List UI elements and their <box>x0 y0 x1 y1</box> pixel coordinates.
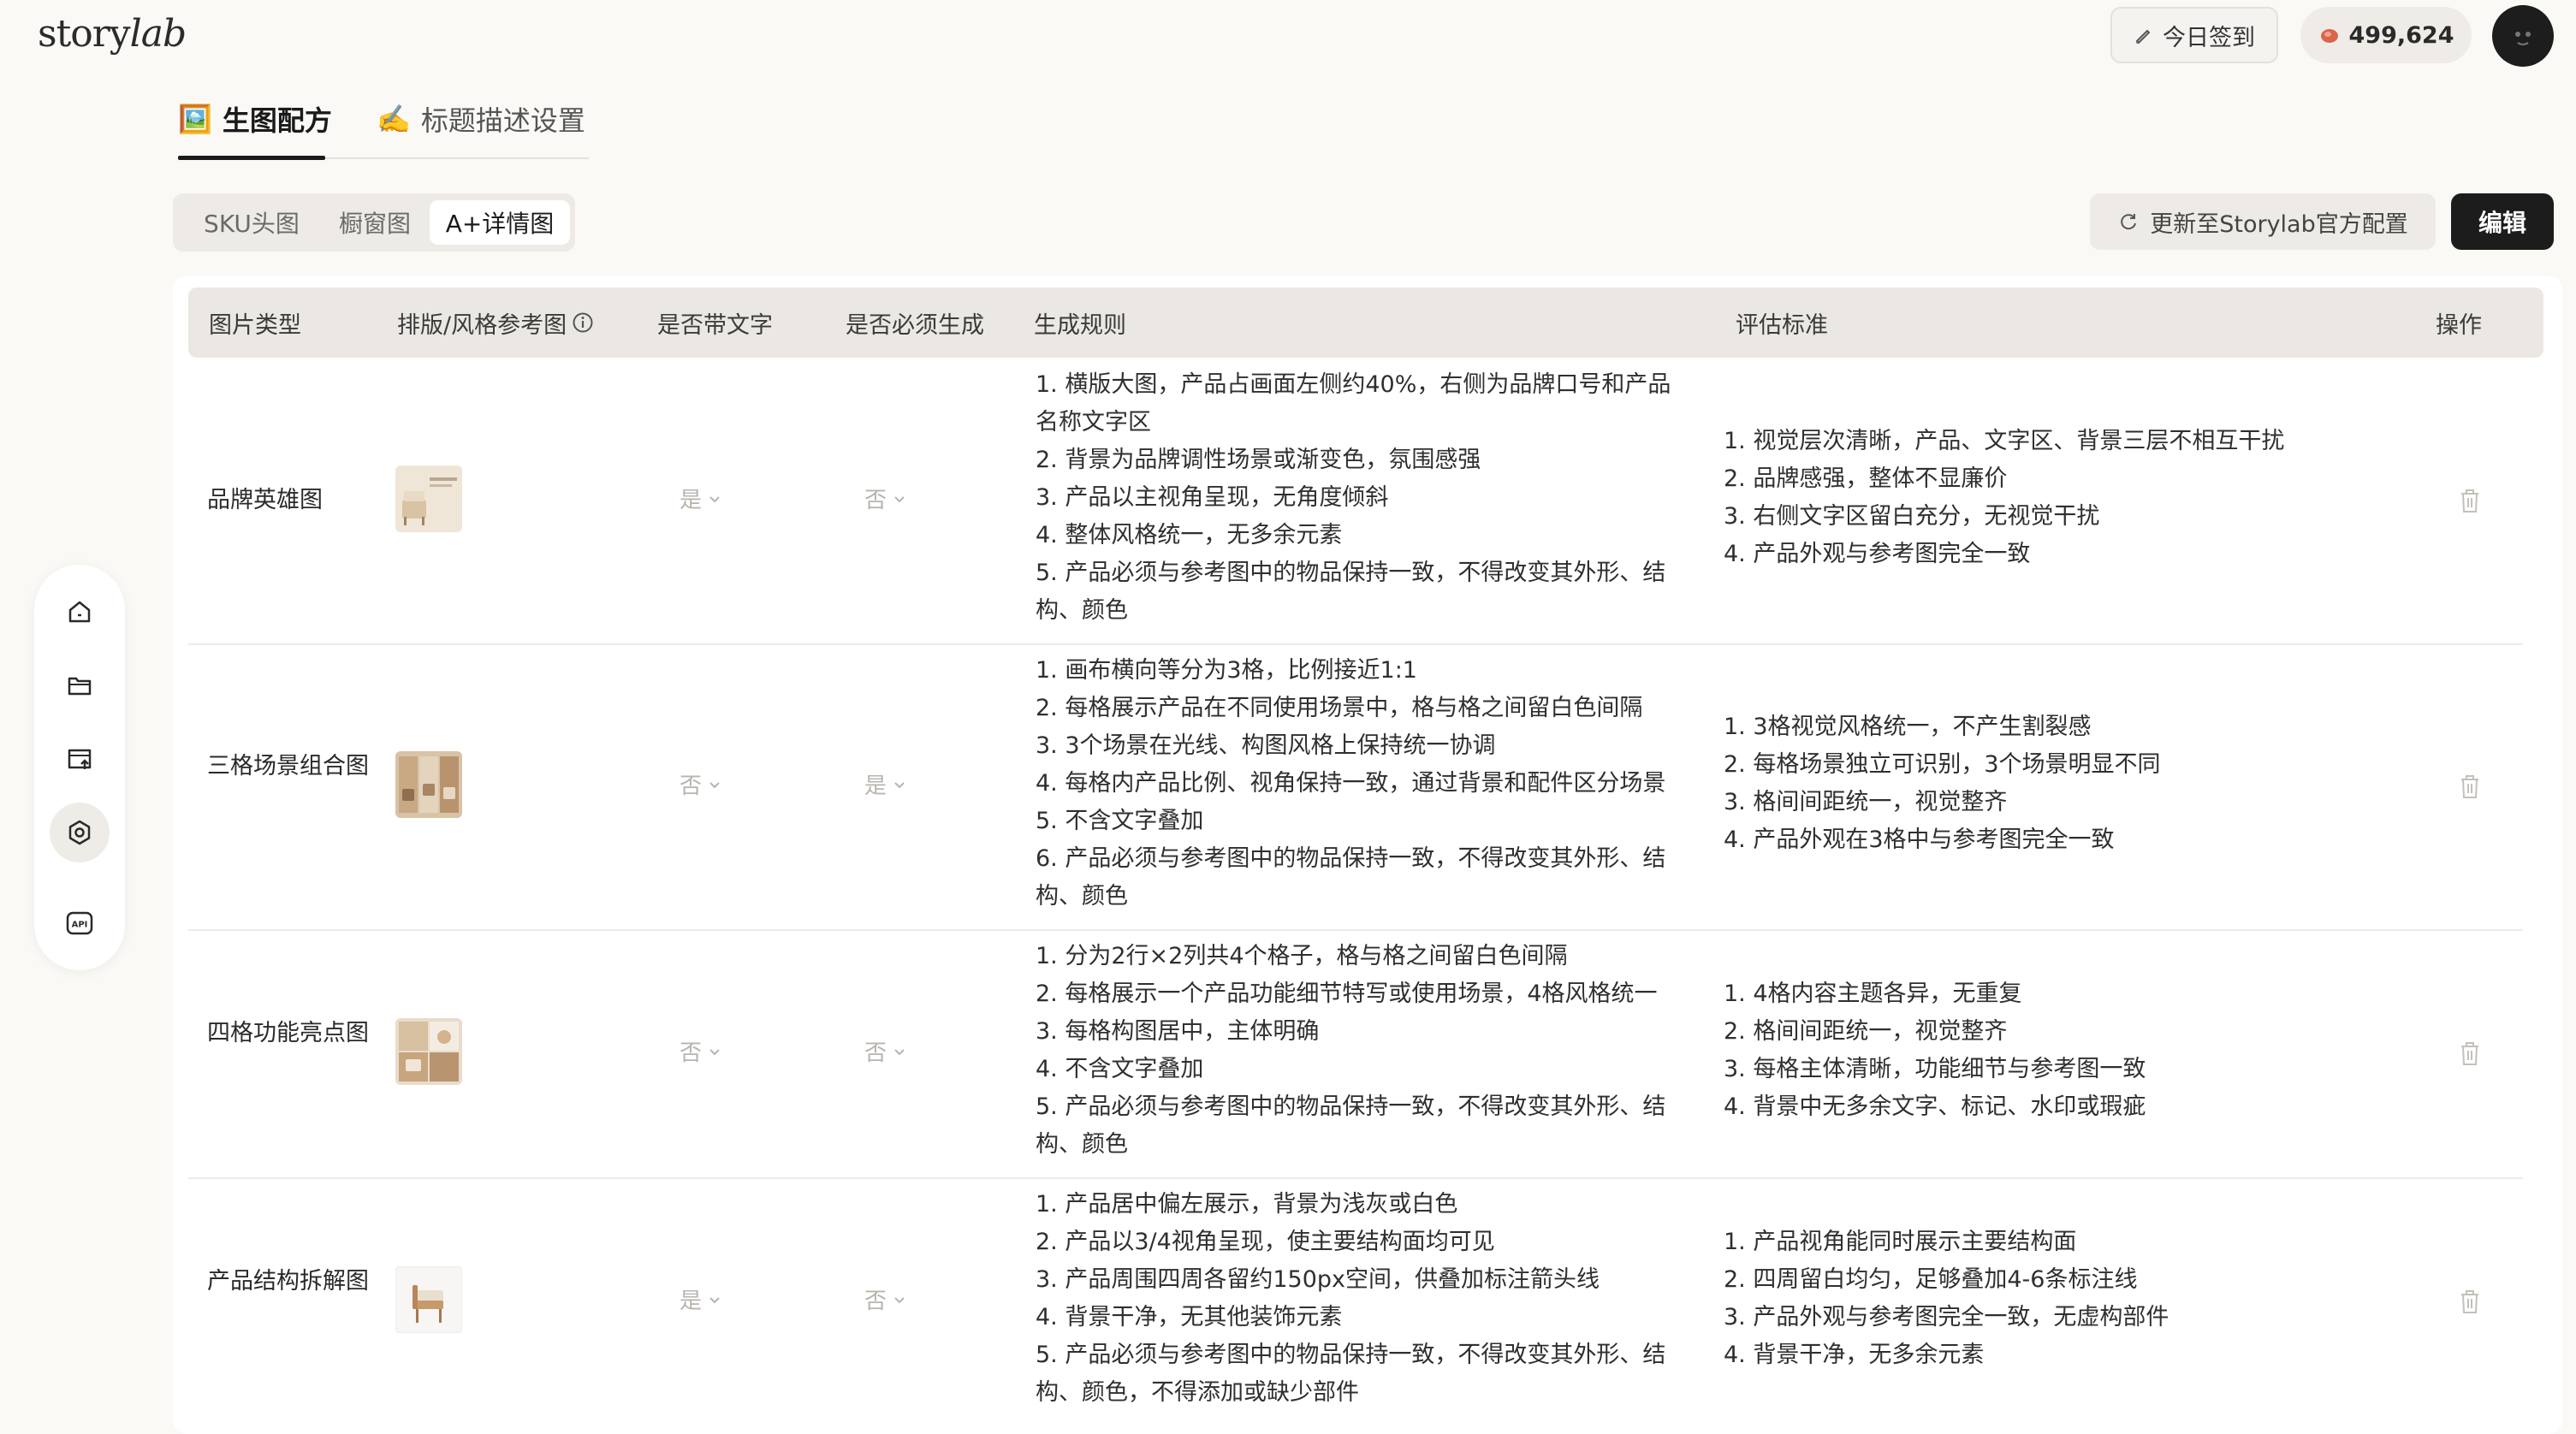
tab-label: 标题描述设置 <box>420 104 585 137</box>
tab-title-settings[interactable]: ✍️ 标题描述设置 <box>377 99 585 139</box>
home-icon <box>68 601 91 623</box>
chevron-down-icon <box>894 1296 905 1303</box>
edit-button[interactable]: 编辑 <box>2451 193 2554 250</box>
update-official-config-button[interactable]: 更新至Storylab官方配置 <box>2090 193 2436 250</box>
header-action: 操作 <box>2436 311 2482 339</box>
table-row: 三格场景组合图 否 是 1. 画布横向等分为3格，比例接近1:1 2. 每格展示… <box>188 643 2523 931</box>
trash-icon[interactable] <box>2458 486 2482 515</box>
sidebar-item-files[interactable] <box>50 655 110 715</box>
generation-rules: 1. 横版大图，产品占画面左侧约40%，右侧为品牌口号和产品 名称文字区 2. … <box>1036 371 1671 624</box>
api-icon-text: API <box>72 921 88 930</box>
chevron-down-icon <box>894 1048 905 1055</box>
sidebar-item-recipe-settings[interactable] <box>50 803 110 862</box>
required-select[interactable]: 否 <box>864 1283 907 1315</box>
required-select[interactable]: 否 <box>864 1035 907 1067</box>
required-select[interactable]: 否 <box>864 483 907 514</box>
generation-rules: 1. 分为2行×2列共4个格子，格与格之间留白色间隔 2. 每格展示一个产品功能… <box>1036 943 1666 1158</box>
sidebar-item-upload[interactable] <box>50 729 110 789</box>
trash-icon[interactable] <box>2458 1039 2482 1068</box>
chevron-down-icon <box>709 1296 720 1303</box>
chevron-down-icon <box>709 781 720 788</box>
image-category-tabs: SKU头图 橱窗图 A+详情图 <box>173 193 575 252</box>
tab-image-recipe[interactable]: 🖼️ 生图配方 <box>178 99 332 139</box>
coin-icon <box>2320 29 2338 43</box>
user-avatar[interactable] <box>2492 5 2554 67</box>
update-label: 更新至Storylab官方配置 <box>2150 210 2408 238</box>
has-text-select[interactable]: 是 <box>680 483 722 514</box>
required-select[interactable]: 是 <box>864 768 907 800</box>
has-text-select[interactable]: 是 <box>680 1283 722 1315</box>
reference-image-thumbnail[interactable] <box>395 465 462 532</box>
left-sidebar: API <box>34 565 125 970</box>
has-text-select[interactable]: 否 <box>680 768 722 800</box>
chevron-down-icon <box>894 495 905 502</box>
tab-label: 生图配方 <box>222 104 332 137</box>
header-required: 是否必须生成 <box>846 311 984 339</box>
chevron-down-icon <box>894 781 905 788</box>
evaluation-criteria: 1. 4格内容主题各异，无重复 2. 格间间距统一，视觉整齐 3. 每格主体清晰… <box>1724 981 2146 1120</box>
upload-image-icon <box>68 749 92 769</box>
generation-rules: 1. 产品居中偏左展示，背景为浅灰或白色 2. 产品以3/4视角呈现，使主要结构… <box>1036 1191 1666 1406</box>
picture-icon: 🖼️ <box>178 103 212 135</box>
reference-image-thumbnail[interactable] <box>395 1265 463 1334</box>
evaluation-criteria: 1. 视觉层次清晰，产品、文字区、背景三层不相互干扰 2. 品牌感强，整体不显廉… <box>1724 428 2285 567</box>
row-image-type: 产品结构拆解图 <box>207 1268 369 1295</box>
evaluation-criteria: 1. 3格视觉风格统一，不产生割裂感 2. 每格场景独立可识别，3个场景明显不同… <box>1724 714 2161 853</box>
reference-image-thumbnail[interactable] <box>395 1018 462 1085</box>
api-icon: API <box>66 911 93 935</box>
recipe-table: 图片类型 排版/风格参考图 是否带文字 是否必须生成 生成规则 评估标准 操作 … <box>173 276 2562 1434</box>
checkin-label: 今日签到 <box>2163 24 2255 51</box>
trash-icon[interactable] <box>2458 1287 2482 1316</box>
header-has-text: 是否带文字 <box>657 311 773 339</box>
header-rules: 生成规则 <box>1034 311 1126 339</box>
table-header: 图片类型 排版/风格参考图 是否带文字 是否必须生成 生成规则 评估标准 操作 <box>188 287 2543 358</box>
pencil-icon <box>2135 29 2151 44</box>
table-row: 品牌英雄图 是 否 1. 横版大图，产品占画面左侧约40%，右侧为品牌口号和产品… <box>188 358 2523 645</box>
info-icon[interactable] <box>572 311 594 334</box>
header-criteria: 评估标准 <box>1736 311 1828 339</box>
row-image-type: 四格功能亮点图 <box>207 1020 369 1046</box>
subtab-aplus-detail[interactable]: A+详情图 <box>430 200 570 245</box>
points-value: 499,624 <box>2348 21 2454 49</box>
sidebar-item-api[interactable]: API <box>50 893 110 953</box>
header-reference: 排版/风格参考图 <box>397 287 594 358</box>
has-text-select[interactable]: 否 <box>680 1035 722 1067</box>
avatar-face-icon <box>2494 7 2552 65</box>
active-tab-indicator <box>178 156 325 160</box>
generation-rules: 1. 画布横向等分为3格，比例接近1:1 2. 每格展示产品在不同使用场景中，格… <box>1036 657 1666 910</box>
trash-icon[interactable] <box>2458 772 2482 801</box>
header-image-type: 图片类型 <box>209 311 301 339</box>
main-tabs: 🖼️ 生图配方 ✍️ 标题描述设置 <box>178 94 589 160</box>
writing-hand-icon: ✍️ <box>377 103 411 135</box>
chevron-down-icon <box>709 1048 720 1055</box>
refresh-icon <box>2121 214 2137 230</box>
points-balance[interactable]: 499,624 <box>2300 7 2472 63</box>
subtab-sku-main[interactable]: SKU头图 <box>181 200 322 245</box>
subtab-showcase[interactable]: 橱窗图 <box>322 200 428 245</box>
sidebar-item-home[interactable] <box>50 582 110 642</box>
table-row: 产品结构拆解图 是 否 1. 产品居中偏左展示，背景为浅灰或白色 2. 产品以3… <box>188 1177 2523 1427</box>
row-image-type: 三格场景组合图 <box>207 753 369 779</box>
reference-image-thumbnail[interactable] <box>395 751 462 818</box>
chevron-down-icon <box>709 495 720 502</box>
row-image-type: 品牌英雄图 <box>207 487 323 513</box>
recipe-settings-icon <box>68 820 91 845</box>
storylab-logo[interactable]: storylab <box>38 12 187 56</box>
table-row: 四格功能亮点图 否 否 1. 分为2行×2列共4个格子，格与格之间留白色间隔 2… <box>188 929 2523 1179</box>
evaluation-criteria: 1. 产品视角能同时展示主要结构面 2. 四周留白均匀，足够叠加4-6条标注线 … <box>1724 1229 2169 1368</box>
folder-icon <box>68 677 92 696</box>
checkin-button[interactable]: 今日签到 <box>2110 7 2278 63</box>
